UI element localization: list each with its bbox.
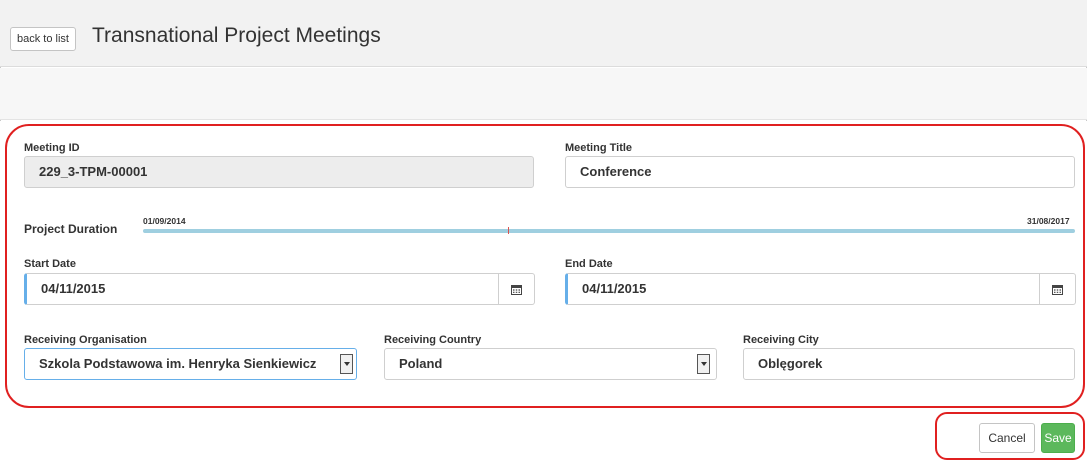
calendar-icon[interactable] (1040, 273, 1076, 305)
chevron-down-icon[interactable] (340, 354, 353, 374)
receiving-city-input[interactable]: Oblęgorek (743, 348, 1075, 380)
project-duration-timeline (143, 229, 1075, 233)
meeting-id-label: Meeting ID (24, 142, 80, 154)
calendar-icon[interactable] (499, 273, 535, 305)
back-to-list-button[interactable]: back to list (10, 27, 76, 51)
receiving-country-label: Receiving Country (384, 334, 482, 346)
end-date-input[interactable]: 04/11/2015 (565, 273, 1040, 305)
meeting-title-label: Meeting Title (565, 142, 633, 154)
meeting-id-field: 229_3-TPM-00001 (24, 156, 534, 188)
save-button[interactable]: Save (1041, 423, 1075, 453)
start-date-label: Start Date (24, 258, 76, 270)
meeting-title-input[interactable]: Conference (565, 156, 1075, 188)
receiving-organisation-label: Receiving Organisation (24, 334, 147, 346)
toolbar-area (0, 68, 1087, 120)
page-title: Transnational Project Meetings (92, 24, 381, 47)
start-date-input[interactable]: 04/11/2015 (24, 273, 499, 305)
project-end-date: 31/08/2017 (1027, 216, 1070, 226)
receiving-country-select[interactable]: Poland (384, 348, 717, 380)
receiving-organisation-select[interactable]: Szkola Podstawowa im. Henryka Sienkiewic… (24, 348, 357, 380)
receiving-city-label: Receiving City (743, 334, 819, 346)
project-duration-label: Project Duration (24, 222, 118, 236)
page-header: back to list Transnational Project Meeti… (0, 0, 1087, 67)
end-date-label: End Date (565, 258, 613, 270)
chevron-down-icon[interactable] (697, 354, 710, 374)
project-start-date: 01/09/2014 (143, 216, 186, 226)
cancel-button[interactable]: Cancel (979, 423, 1035, 453)
timeline-marker (508, 227, 509, 234)
